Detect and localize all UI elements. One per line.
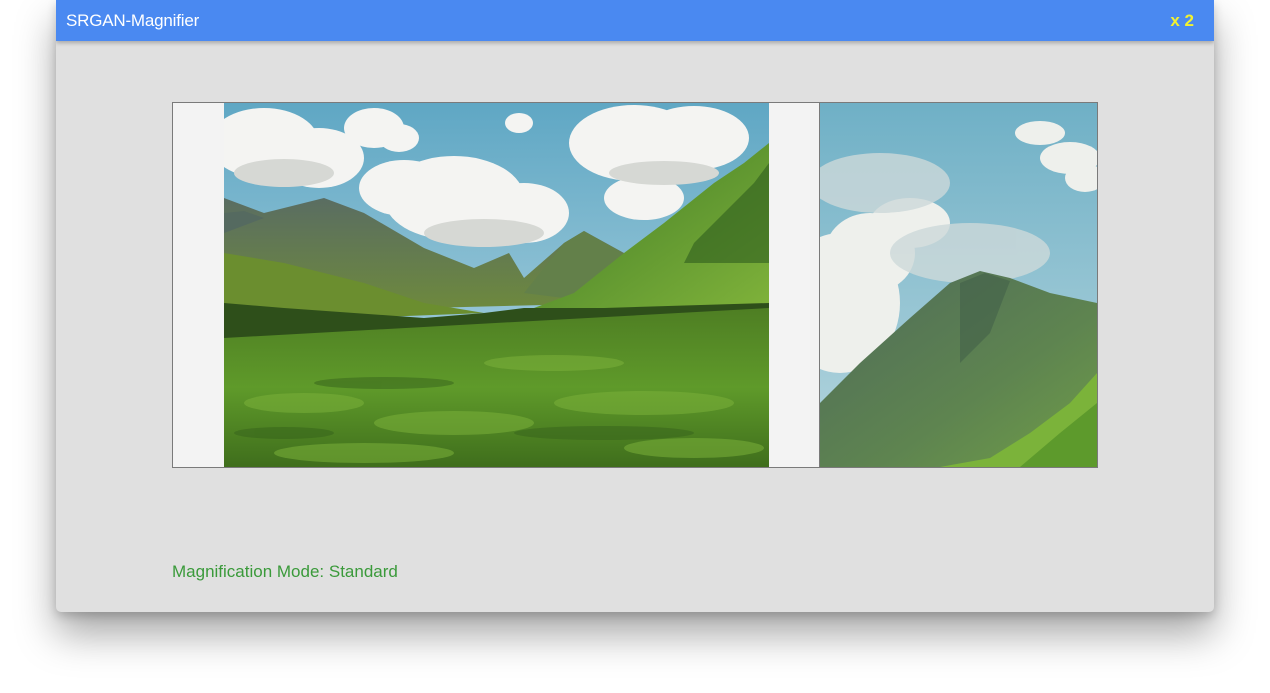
app-title: SRGAN-Magnifier (66, 11, 200, 30)
magnification-mode-status: Magnification Mode: Standard (172, 562, 398, 581)
source-image[interactable] (224, 103, 769, 467)
app-window: SRGAN-Magnifier x 2 Magnification Mode: … (56, 0, 1214, 612)
image-viewer (172, 102, 1098, 468)
magnified-image (820, 103, 1097, 467)
zoom-level-indicator[interactable]: x 2 (1170, 11, 1194, 31)
title-bar: SRGAN-Magnifier x 2 (56, 0, 1214, 41)
source-pane (173, 103, 820, 467)
